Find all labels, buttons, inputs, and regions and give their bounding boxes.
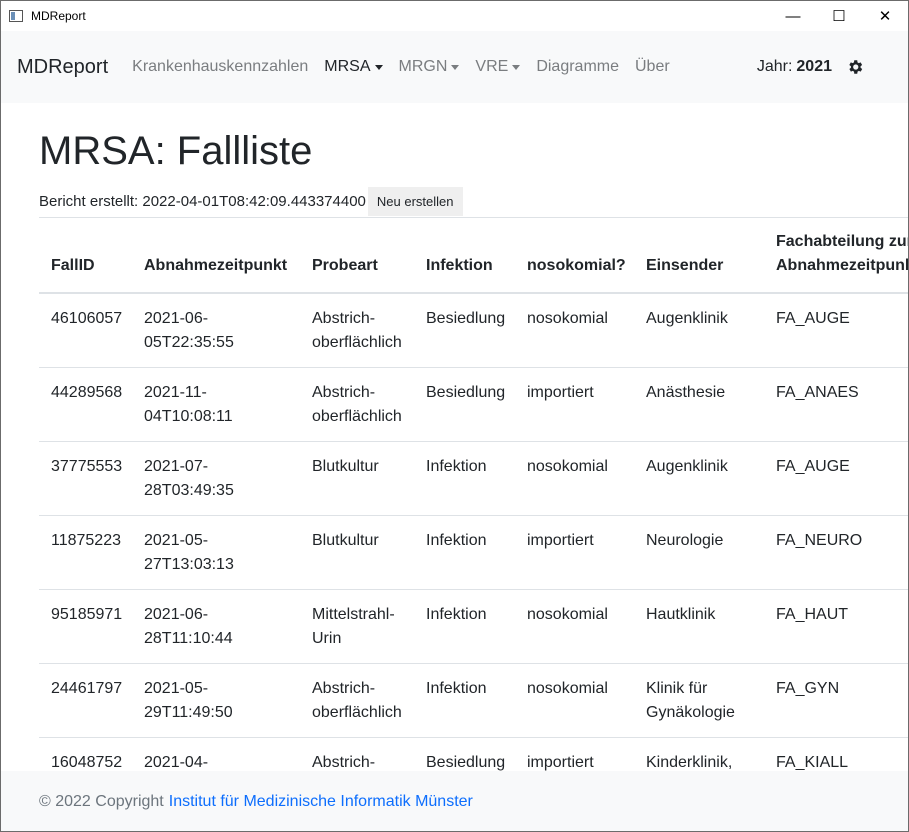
year-label: Jahr: (756, 58, 793, 75)
column-header[interactable]: FallID (39, 218, 132, 294)
nav-item-label: Über (635, 58, 670, 75)
table-cell: 95185971 (39, 589, 132, 664)
app-window: MDReport — ☐ ✕ MDReport Krankenhauskennz… (0, 0, 909, 832)
table-row: 11875223 2021-05-27T13:03:13 Blutkultur Inf… (39, 515, 908, 590)
table-cell: FA_GYN (764, 663, 908, 738)
table-cell: 44289568 (39, 367, 132, 442)
close-button[interactable]: ✕ (862, 1, 908, 31)
table-cell: Mittelstrahl-Urin (300, 589, 414, 664)
footer: © 2022 Copyright Institut für Medizinisc… (1, 771, 908, 831)
nav-item-label: VRE (475, 58, 509, 75)
table-cell: 2021-05-29T11:49:50 (132, 663, 300, 738)
nav-item-label: MRGN (398, 58, 448, 75)
table-cell: Klinik für Gynäkologie (634, 663, 764, 738)
table-cell: importiert (515, 367, 634, 442)
table-cell: nosokomial (515, 441, 634, 516)
minimize-button[interactable]: — (770, 1, 816, 31)
table-body: 46106057 2021-06-05T22:35:55 Abstrich-ober… (39, 293, 908, 812)
nav-menu: Krankenhauskennzahlen MRSA MRGN VRE Diagramm… (132, 58, 686, 76)
table-cell: Infektion (414, 515, 515, 590)
nav-item-vre[interactable]: VRE (475, 58, 521, 76)
table-cell: Besiedlung (414, 367, 515, 442)
table-cell: Neurologie (634, 515, 764, 590)
year-value: 2021 (796, 58, 832, 75)
column-header[interactable]: Fachabteilung zum Abnahmezeitpunkt (764, 218, 908, 294)
table-cell: Blutkultur (300, 515, 414, 590)
gear-icon[interactable] (846, 58, 864, 76)
table-row: 24461797 2021-05-29T11:49:50 Abstrich-ober… (39, 663, 908, 738)
nav-item-mrgn[interactable]: MRGN (399, 58, 460, 76)
nav-item-über[interactable]: Über (635, 58, 670, 76)
nav-item-krankenhauskennzahlen[interactable]: Krankenhauskennzahlen (132, 58, 308, 76)
nav-item-label: MRSA (324, 58, 371, 75)
table-cell: nosokomial (515, 293, 634, 368)
table-cell: Besiedlung (414, 293, 515, 368)
table-cell: Augenklinik (634, 293, 764, 368)
table-cell: 2021-06-28T11:10:44 (132, 589, 300, 664)
column-header[interactable]: Einsender (634, 218, 764, 294)
table-cell: importiert (515, 515, 634, 590)
app-icon (9, 10, 23, 22)
table-cell: Infektion (414, 589, 515, 664)
nav-item-diagramme[interactable]: Diagramme (536, 58, 619, 76)
table-header-row: FallID Abnahmezeitpunkt Probeart Infektion n… (39, 218, 908, 294)
nav-item-label: Diagramme (536, 58, 619, 75)
table-cell: Augenklinik (634, 441, 764, 516)
caret-down-icon (512, 64, 521, 70)
nav-item-mrsa[interactable]: MRSA (324, 58, 383, 76)
table-row: 37775553 2021-07-28T03:49:35 Blutkultur Inf… (39, 441, 908, 516)
column-header[interactable]: nosokomial? (515, 218, 634, 294)
table-cell: nosokomial (515, 589, 634, 664)
table-cell: 2021-05-27T13:03:13 (132, 515, 300, 590)
footer-copyright: © 2022 Copyright (39, 793, 164, 810)
main-content: MRSA: Fallliste Bericht erstellt: 2022-0… (1, 125, 908, 812)
window-title: MDReport (31, 9, 86, 23)
table-cell: FA_HAUT (764, 589, 908, 664)
table-cell: Abstrich-oberflächlich (300, 367, 414, 442)
navbar: MDReport Krankenhauskennzahlen MRSA MRGN VR… (1, 31, 908, 103)
table-cell: FA_ANAES (764, 367, 908, 442)
title-bar: MDReport — ☐ ✕ (1, 1, 908, 31)
column-header[interactable]: Probeart (300, 218, 414, 294)
table-cell: FA_AUGE (764, 441, 908, 516)
caret-down-icon (451, 64, 460, 70)
table-row: 44289568 2021-11-04T10:08:11 Abstrich-ober… (39, 367, 908, 442)
table-cell: Anästhesie (634, 367, 764, 442)
table-cell: 11875223 (39, 515, 132, 590)
table-row: 95185971 2021-06-28T11:10:44 Mittelstrahl-… (39, 589, 908, 664)
page-title: MRSA: Fallliste (39, 129, 313, 173)
table-row: 46106057 2021-06-05T22:35:55 Abstrich-ober… (39, 293, 908, 368)
table-cell: nosokomial (515, 663, 634, 738)
table-cell: Blutkultur (300, 441, 414, 516)
table-cell: Abstrich-oberflächlich (300, 293, 414, 368)
nav-item-label: Krankenhauskennzahlen (132, 58, 309, 75)
table-cell: 24461797 (39, 663, 132, 738)
table-cell: 2021-07-28T03:49:35 (132, 441, 300, 516)
table-cell: FA_NEURO (764, 515, 908, 590)
report-created-label: Bericht erstellt: 2022-04-01T08:42:09.44… (39, 192, 366, 210)
maximize-button[interactable]: ☐ (816, 1, 862, 31)
year-selector[interactable]: Jahr: 2021 (757, 58, 864, 76)
report-info: Bericht erstellt: 2022-04-01T08:42:09.44… (39, 185, 908, 218)
table-cell: Hautklinik (634, 589, 764, 664)
table-cell: Infektion (414, 663, 515, 738)
table-cell: 46106057 (39, 293, 132, 368)
table-cell: 2021-11-04T10:08:11 (132, 367, 300, 442)
footer-institute-link[interactable]: Institut für Medizinische Informatik Mün… (169, 793, 473, 811)
table-cell: Infektion (414, 441, 515, 516)
table-cell: 2021-06-05T22:35:55 (132, 293, 300, 368)
window-controls: — ☐ ✕ (770, 1, 908, 31)
table-cell: Abstrich-oberflächlich (300, 663, 414, 738)
case-table: FallID Abnahmezeitpunkt Probeart Infektion n… (39, 218, 908, 812)
table-cell: FA_AUGE (764, 293, 908, 368)
column-header[interactable]: Infektion (414, 218, 515, 294)
renew-report-button[interactable]: Neu erstellen (367, 186, 463, 216)
table-cell: 37775553 (39, 441, 132, 516)
brand-link[interactable]: MDReport (17, 56, 108, 79)
column-header[interactable]: Abnahmezeitpunkt (132, 218, 300, 294)
caret-down-icon (374, 64, 383, 70)
